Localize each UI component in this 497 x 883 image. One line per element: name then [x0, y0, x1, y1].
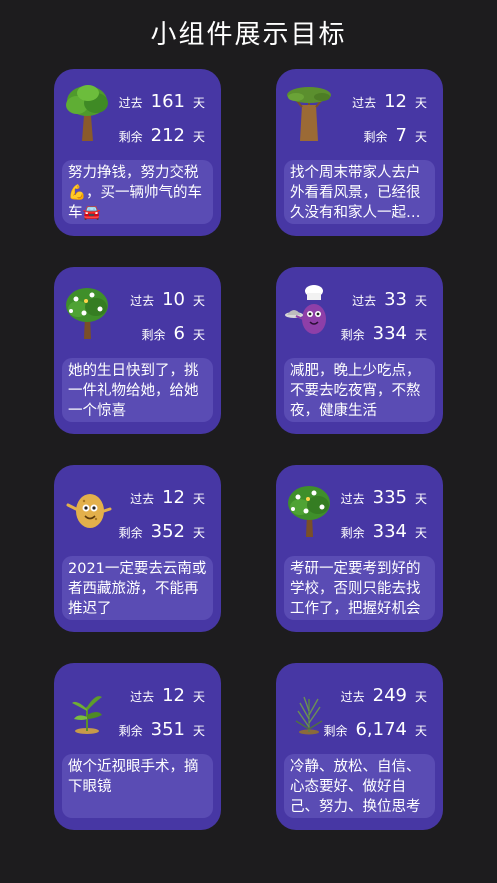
left-label: 剩余	[118, 724, 143, 738]
passed-value: 161	[150, 91, 185, 112]
left-unit: 天	[414, 130, 427, 144]
passed-unit: 天	[192, 96, 205, 110]
passed-unit: 天	[414, 294, 427, 308]
goal-widget-card[interactable]: 过去 12 天 剩余 7 天 找个周末带家人去户外看看风景，已经很久没有和家人一…	[276, 69, 443, 236]
tree-icon	[62, 83, 112, 141]
goal-memo: 考研一定要考到好的学校，否则只能去找工作了，把握好机会	[284, 556, 435, 620]
left-unit: 天	[414, 328, 427, 342]
potato-character-icon	[62, 479, 112, 537]
passed-label: 过去	[130, 294, 155, 308]
left-unit: 天	[414, 724, 427, 738]
passed-value: 12	[162, 487, 185, 508]
left-unit: 天	[192, 130, 205, 144]
passed-unit: 天	[414, 96, 427, 110]
goal-widget-card[interactable]: 过去 249 天 剩余 6,174 天 冷静、放松、自信、心态要好、做好自己、努…	[276, 663, 443, 830]
goal-memo: 2021一定要去云南或者西藏旅游，不能再推迟了	[62, 556, 213, 620]
days-passed: 过去 335 天	[341, 487, 427, 509]
page-title: 小组件展示目标	[150, 20, 347, 50]
left-label: 剩余	[340, 328, 365, 342]
days-left: 剩余 212 天	[119, 125, 205, 147]
left-unit: 天	[192, 328, 205, 342]
left-value: 212	[150, 125, 185, 146]
passed-value: 249	[372, 685, 407, 706]
goal-memo: 减肥，晚上少吃点，不要去吃夜宵，不熬夜，健康生活	[284, 358, 435, 422]
left-value: 7	[395, 125, 407, 146]
baobab-tree-icon	[284, 83, 334, 141]
days-passed: 过去 10 天	[130, 289, 205, 311]
left-unit: 天	[192, 526, 205, 540]
goal-memo: 冷静、放松、自信、心态要好、做好自己、努力、换位思考	[284, 754, 435, 818]
passed-value: 33	[384, 289, 407, 310]
days-left: 剩余 7 天	[364, 125, 427, 147]
left-value: 334	[372, 521, 407, 542]
days-left: 剩余 6,174 天	[323, 719, 427, 741]
passed-unit: 天	[414, 492, 427, 506]
goal-widget-card[interactable]: 过去 33 天 剩余 334 天 减肥，晚上少吃点，不要去吃夜宵，不熬夜，健康生…	[276, 267, 443, 434]
goal-widget-card[interactable]: 过去 10 天 剩余 6 天 她的生日快到了，挑一件礼物给她，给她一个惊喜	[54, 267, 221, 434]
goal-widget-card[interactable]: 过去 161 天 剩余 212 天 努力挣钱，努力交税💪，买一辆帅气的车车🚘	[54, 69, 221, 236]
sprout-icon	[62, 677, 112, 735]
left-label: 剩余	[141, 328, 166, 342]
chef-eggplant-icon	[284, 281, 334, 339]
days-passed: 过去 12 天	[352, 91, 427, 113]
left-value: 6	[173, 323, 185, 344]
left-label: 剩余	[323, 724, 348, 738]
days-passed: 过去 12 天	[130, 487, 205, 509]
passed-value: 12	[162, 685, 185, 706]
goal-widget-card[interactable]: 过去 12 天 剩余 352 天 2021一定要去云南或者西藏旅游，不能再推迟了	[54, 465, 221, 632]
passed-label: 过去	[352, 96, 377, 110]
days-passed: 过去 12 天	[130, 685, 205, 707]
passed-label: 过去	[130, 690, 155, 704]
days-left: 剩余 334 天	[341, 323, 427, 345]
goal-memo: 她的生日快到了，挑一件礼物给她，给她一个惊喜	[62, 358, 213, 422]
passed-label: 过去	[118, 96, 143, 110]
goal-memo: 找个周末带家人去户外看看风景，已经很久没有和家人一起…	[284, 160, 435, 224]
left-value: 6,174	[355, 719, 407, 740]
passed-value: 10	[162, 289, 185, 310]
left-value: 352	[150, 521, 185, 542]
days-passed: 过去 249 天	[341, 685, 427, 707]
passed-unit: 天	[192, 492, 205, 506]
left-value: 351	[150, 719, 185, 740]
left-label: 剩余	[118, 526, 143, 540]
days-left: 剩余 352 天	[119, 521, 205, 543]
days-left: 剩余 6 天	[142, 323, 205, 345]
days-left: 剩余 351 天	[119, 719, 205, 741]
goal-memo: 努力挣钱，努力交税💪，买一辆帅气的车车🚘	[62, 160, 213, 224]
goal-memo: 做个近视眼手术，摘下眼镜	[62, 754, 213, 818]
left-value: 334	[372, 323, 407, 344]
passed-label: 过去	[352, 294, 377, 308]
passed-value: 335	[372, 487, 407, 508]
days-left: 剩余 334 天	[341, 521, 427, 543]
left-unit: 天	[414, 526, 427, 540]
flower-tree-icon	[62, 281, 112, 339]
goal-widget-card[interactable]: 过去 335 天 剩余 334 天 考研一定要考到好的学校，否则只能去找工作了，…	[276, 465, 443, 632]
flower-tree-icon	[284, 479, 334, 537]
goal-widget-card[interactable]: 过去 12 天 剩余 351 天 做个近视眼手术，摘下眼镜	[54, 663, 221, 830]
left-label: 剩余	[340, 526, 365, 540]
passed-unit: 天	[414, 690, 427, 704]
passed-label: 过去	[130, 492, 155, 506]
passed-label: 过去	[340, 492, 365, 506]
days-passed: 过去 161 天	[119, 91, 205, 113]
days-passed: 过去 33 天	[352, 289, 427, 311]
left-label: 剩余	[363, 130, 388, 144]
left-label: 剩余	[118, 130, 143, 144]
passed-label: 过去	[340, 690, 365, 704]
left-unit: 天	[192, 724, 205, 738]
passed-unit: 天	[192, 690, 205, 704]
passed-value: 12	[384, 91, 407, 112]
passed-unit: 天	[192, 294, 205, 308]
